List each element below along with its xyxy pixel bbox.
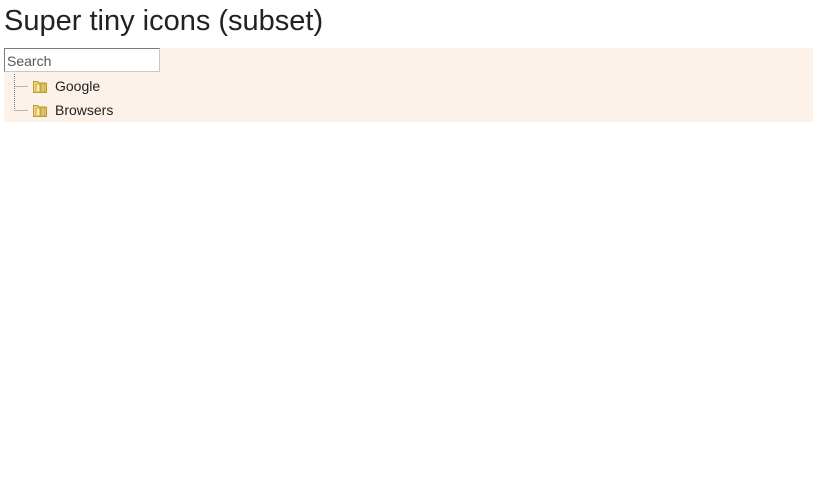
tree-node-browsers[interactable]: Browsers [32, 100, 113, 120]
folder-icon [32, 102, 48, 118]
tree-connector-lines [14, 74, 28, 111]
tree-node-google[interactable]: Google [32, 76, 100, 96]
tree-node-label: Google [55, 78, 101, 94]
tree-node-label: Browsers [55, 102, 114, 118]
tree-panel: Google Browsers [4, 48, 813, 122]
page-title: Super tiny icons (subset) [4, 5, 324, 37]
folder-icon [32, 78, 48, 94]
